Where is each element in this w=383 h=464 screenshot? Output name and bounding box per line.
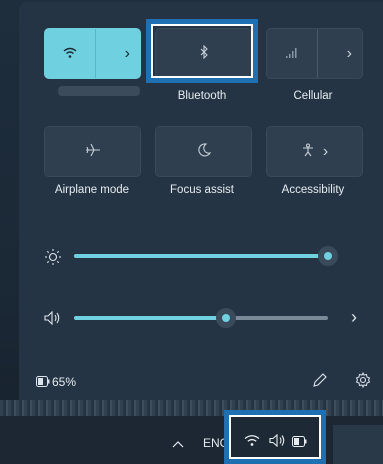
show-hidden-icons-chevron-icon[interactable] [172, 436, 184, 450]
edit-pencil-icon[interactable] [312, 372, 328, 390]
bluetooth-label: Bluetooth [177, 90, 227, 102]
brightness-slider-thumb[interactable] [318, 246, 338, 266]
volume-slider-thumb[interactable] [216, 308, 236, 328]
tray-wifi-icon[interactable] [244, 434, 260, 449]
battery-percentage: 65% [52, 375, 77, 389]
screen: › › Bluetooth Cellular › Airplane mode F… [0, 0, 383, 464]
volume-slider[interactable] [74, 308, 328, 328]
cellular-expand-chevron-icon[interactable]: › [347, 45, 352, 63]
cellular-label: Cellular [293, 90, 333, 102]
brightness-icon [44, 248, 62, 268]
wifi-network-name-redacted [58, 86, 140, 96]
clock-area-redacted [333, 425, 383, 464]
bluetooth-tile[interactable] [155, 28, 252, 79]
tray-volume-icon[interactable] [268, 433, 286, 449]
focus-assist-label: Focus assist [170, 184, 234, 196]
wifi-expand-chevron-icon[interactable]: › [125, 45, 130, 63]
accessibility-tile[interactable]: › [266, 126, 363, 177]
moon-icon [197, 143, 211, 160]
tray-battery-icon[interactable] [292, 435, 308, 449]
quick-settings-row-1: › › [44, 28, 363, 79]
audio-output-chevron-icon[interactable]: › [351, 308, 357, 326]
volume-icon[interactable] [43, 310, 61, 327]
brightness-slider-fill [74, 254, 328, 258]
cellular-icon [285, 46, 299, 62]
airplane-mode-tile[interactable] [44, 126, 141, 177]
accessibility-label: Accessibility [281, 184, 345, 196]
battery-icon [36, 375, 50, 389]
bluetooth-icon [199, 44, 209, 62]
airplane-icon [85, 143, 101, 160]
quick-settings-row-2: › [44, 126, 363, 177]
volume-slider-fill [74, 316, 226, 320]
focus-assist-tile[interactable] [155, 126, 252, 177]
cellular-tile[interactable]: › [266, 28, 363, 79]
wifi-tile[interactable]: › [44, 28, 141, 79]
settings-gear-icon[interactable] [355, 371, 371, 390]
airplane-mode-label: Airplane mode [54, 184, 130, 196]
accessibility-icon [301, 143, 315, 160]
brightness-slider[interactable] [74, 246, 338, 266]
wifi-icon [63, 46, 77, 62]
accessibility-expand-chevron-icon[interactable]: › [323, 143, 328, 161]
